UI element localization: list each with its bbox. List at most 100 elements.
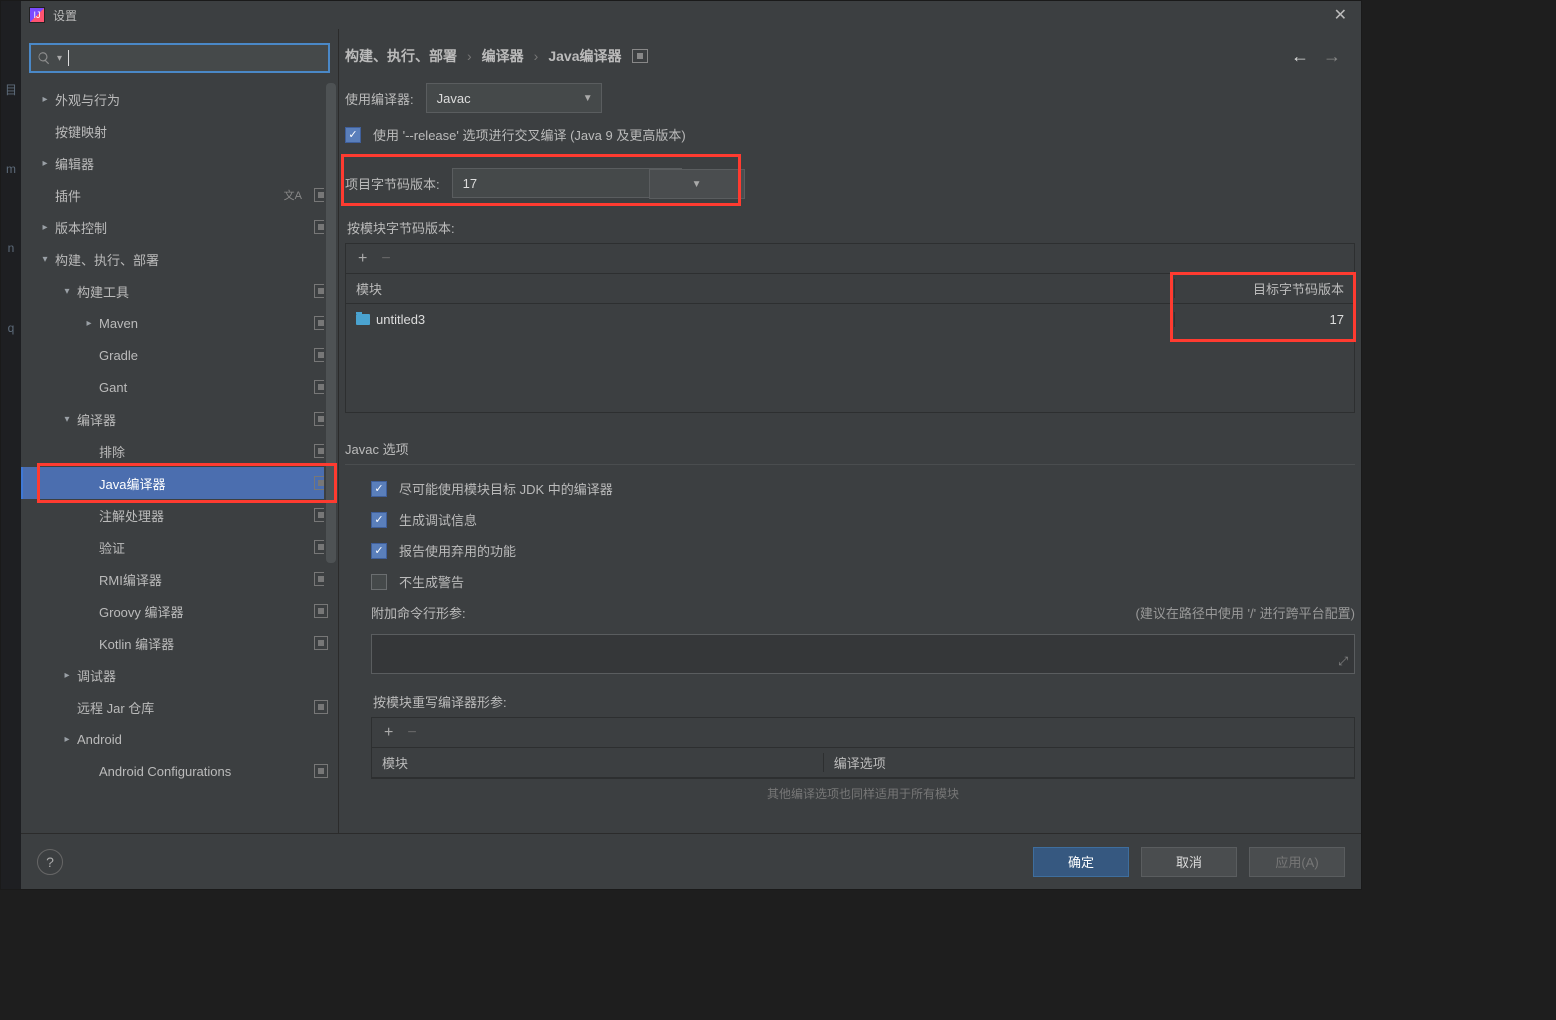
additional-params-label: 附加命令行形参:	[371, 603, 466, 622]
use-compiler-label: 使用编译器:	[345, 89, 414, 108]
release-checkbox[interactable]: ✓	[345, 127, 361, 143]
table-header-module: 模块	[372, 753, 824, 772]
table-header-options: 编译选项	[824, 753, 1354, 772]
sidebar-item-label: Android	[77, 732, 328, 747]
scope-badge-icon	[314, 636, 328, 650]
project-bytecode-combobox[interactable]: ▼	[452, 168, 682, 198]
javac-options-title: Javac 选项	[345, 439, 1355, 465]
sidebar-item-label: 注解处理器	[99, 506, 308, 525]
sidebar-item[interactable]: Kotlin 编译器	[21, 627, 338, 659]
chevron-right-icon: ▸	[35, 222, 55, 233]
sidebar-item[interactable]: RMI编译器	[21, 563, 338, 595]
expand-icon[interactable]: ⤢	[1338, 654, 1348, 669]
sidebar-item[interactable]: ▾构建工具	[21, 275, 338, 307]
sidebar-item[interactable]: 注解处理器	[21, 499, 338, 531]
sidebar-item[interactable]: ▾构建、执行、部署	[21, 243, 338, 275]
bottom-hint: 其他编译选项也同样适用于所有模块	[371, 785, 1355, 802]
chevron-down-icon[interactable]: ▼	[649, 169, 745, 199]
per-module-bytecode-table: + − 模块 目标字节码版本 untitled3 17	[345, 243, 1355, 413]
titlebar: IJ 设置 ✕	[21, 1, 1361, 29]
debug-info-checkbox[interactable]: ✓	[371, 512, 387, 528]
sidebar-item-label: Gant	[99, 380, 308, 395]
chevron-right-icon: ▸	[35, 94, 55, 105]
sidebar-item[interactable]: ▸编辑器	[21, 147, 338, 179]
sidebar-item[interactable]: 按键映射	[21, 115, 338, 147]
sidebar-item[interactable]: 插件文A	[21, 179, 338, 211]
sidebar-item-label: Kotlin 编译器	[99, 634, 308, 653]
chevron-right-icon: ▸	[35, 158, 55, 169]
chevron-down-icon: ▾	[57, 414, 77, 425]
sidebar-item[interactable]: 验证	[21, 531, 338, 563]
sidebar-item[interactable]: Gradle	[21, 339, 338, 371]
search-icon	[37, 51, 51, 65]
search-input[interactable]	[75, 51, 322, 66]
scrollbar[interactable]	[324, 83, 338, 593]
per-module-bytecode-label: 按模块字节码版本:	[347, 218, 1355, 237]
sidebar-item[interactable]: 排除	[21, 435, 338, 467]
override-compiler-params-label: 按模块重写编译器形参:	[373, 692, 1355, 711]
sidebar-item-label: Groovy 编译器	[99, 602, 308, 621]
sidebar-item-label: Java编译器	[99, 474, 308, 493]
sidebar-item-label: 远程 Jar 仓库	[77, 698, 308, 717]
scope-badge-icon	[314, 604, 328, 618]
remove-icon[interactable]: −	[407, 724, 416, 742]
sidebar-item[interactable]: ▸Android	[21, 723, 338, 755]
use-module-jdk-checkbox[interactable]: ✓	[371, 481, 387, 497]
chevron-down-icon: ▾	[35, 254, 55, 265]
additional-params-input[interactable]: ⤢	[371, 634, 1355, 674]
sidebar-item[interactable]: ▸版本控制	[21, 211, 338, 243]
cancel-button[interactable]: 取消	[1141, 847, 1237, 877]
settings-search[interactable]: ▾	[29, 43, 330, 73]
sidebar-item[interactable]: 远程 Jar 仓库	[21, 691, 338, 723]
apply-button[interactable]: 应用(A)	[1249, 847, 1345, 877]
sidebar-item-label: 构建、执行、部署	[55, 250, 328, 269]
translate-icon: 文A	[284, 187, 302, 203]
chevron-down-icon: ▾	[57, 53, 62, 64]
sidebar-item-label: 构建工具	[77, 282, 308, 301]
project-bytecode-label: 项目字节码版本:	[345, 174, 440, 193]
override-params-table: + − 模块 编译选项	[371, 717, 1355, 779]
deprecation-checkbox[interactable]: ✓	[371, 543, 387, 559]
text-caret	[68, 50, 69, 66]
module-icon	[356, 314, 370, 325]
sidebar-item-label: 按键映射	[55, 122, 328, 141]
release-checkbox-label: 使用 '--release' 选项进行交叉编译 (Java 9 及更高版本)	[373, 125, 686, 144]
remove-icon[interactable]: −	[381, 250, 390, 268]
sidebar-item[interactable]: ▾编译器	[21, 403, 338, 435]
sidebar-item-label: 版本控制	[55, 218, 308, 237]
use-compiler-select[interactable]: Javac ▼	[426, 83, 602, 113]
chevron-right-icon: ▸	[57, 734, 77, 745]
sidebar-item[interactable]: Gant	[21, 371, 338, 403]
add-icon[interactable]: +	[384, 724, 393, 742]
sidebar-item-label: 编辑器	[55, 154, 328, 173]
close-icon[interactable]: ✕	[1328, 5, 1353, 25]
no-warnings-checkbox[interactable]	[371, 574, 387, 590]
sidebar-item-label: 排除	[99, 442, 308, 461]
sidebar-item[interactable]: ▸外观与行为	[21, 83, 338, 115]
sidebar-item-label: 插件	[55, 186, 284, 205]
nav-back-icon[interactable]: ←	[1291, 46, 1309, 67]
settings-tree[interactable]: ▸外观与行为按键映射▸编辑器插件文A▸版本控制▾构建、执行、部署▾构建工具▸Ma…	[21, 83, 338, 833]
sidebar-item[interactable]: Groovy 编译器	[21, 595, 338, 627]
add-icon[interactable]: +	[358, 250, 367, 268]
window-title: 设置	[53, 7, 77, 24]
sidebar-item[interactable]: Android Configurations	[21, 755, 338, 787]
project-bytecode-input[interactable]	[453, 169, 649, 197]
app-icon: IJ	[29, 7, 45, 23]
sidebar-item[interactable]: Java编译器	[21, 467, 338, 499]
chevron-right-icon: ▸	[57, 670, 77, 681]
sidebar-item[interactable]: ▸调试器	[21, 659, 338, 691]
sidebar-item[interactable]: ▸Maven	[21, 307, 338, 339]
help-button[interactable]: ?	[37, 849, 63, 875]
nav-forward-icon[interactable]: →	[1323, 46, 1341, 67]
scope-badge-icon	[632, 49, 648, 63]
table-row[interactable]: untitled3 17	[346, 304, 1354, 334]
ide-tool-stripe: 目 m n q	[1, 1, 21, 889]
breadcrumb: 构建、执行、部署› 编译器› Java编译器	[345, 46, 648, 66]
table-header-module: 模块	[346, 279, 1174, 298]
ok-button[interactable]: 确定	[1033, 847, 1129, 877]
scope-badge-icon	[314, 700, 328, 714]
sidebar-item-label: Android Configurations	[99, 764, 308, 779]
sidebar-item-label: Maven	[99, 316, 308, 331]
table-header-version: 目标字节码版本	[1174, 279, 1354, 298]
